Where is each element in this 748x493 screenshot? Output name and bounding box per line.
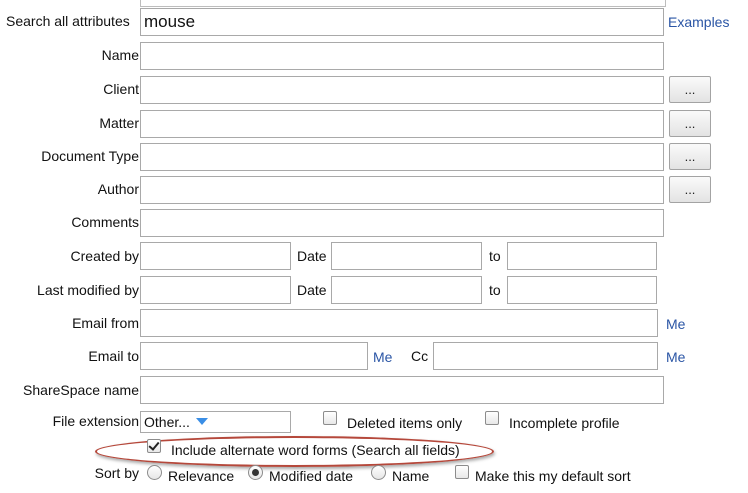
matter-input[interactable] [140, 110, 664, 138]
email-to-me-link[interactable]: Me [373, 349, 392, 365]
sort-modified-date-label: Modified date [269, 468, 354, 484]
matter-label: Matter [99, 115, 139, 131]
file-extension-selected: Other... [144, 414, 190, 430]
modified-by-label: Last modified by [37, 282, 139, 298]
incomplete-profile-checkbox[interactable] [485, 411, 499, 425]
examples-link[interactable]: Examples [668, 14, 729, 30]
alternate-word-forms-checkbox[interactable] [147, 439, 161, 453]
created-by-label: Created by [70, 248, 139, 264]
search-all-input[interactable] [140, 8, 664, 36]
sharespace-label: ShareSpace name [23, 382, 139, 398]
modified-date-from-input[interactable] [331, 276, 482, 304]
email-to-label: Email to [88, 348, 139, 364]
sort-name-label: Name [392, 468, 430, 484]
search-all-label: Search all attributes [6, 13, 130, 29]
form-panel-top-border [140, 0, 666, 7]
name-label: Name [101, 47, 139, 63]
comments-input[interactable] [140, 209, 664, 237]
document-type-label: Document Type [41, 148, 139, 164]
document-type-browse-button[interactable]: ... [669, 143, 711, 170]
author-browse-button[interactable]: ... [669, 176, 711, 203]
document-type-input[interactable] [140, 143, 664, 171]
client-label: Client [103, 81, 139, 97]
sharespace-input[interactable] [140, 376, 664, 404]
email-from-label: Email from [72, 315, 139, 331]
created-date-from-input[interactable] [331, 242, 482, 270]
cc-me-link[interactable]: Me [666, 349, 685, 365]
file-extension-label: File extension [52, 413, 139, 429]
created-date-label: Date [297, 248, 327, 264]
default-sort-checkbox[interactable] [455, 465, 469, 479]
author-label: Author [97, 181, 139, 197]
sort-relevance-label: Relevance [168, 468, 235, 484]
dropdown-arrow-icon [195, 418, 208, 425]
file-extension-select[interactable]: Other... [140, 411, 291, 433]
cc-label: Cc [411, 348, 429, 364]
created-to-label: to [489, 248, 501, 264]
sort-modified-date-radio[interactable] [248, 465, 263, 480]
client-input[interactable] [140, 76, 664, 104]
sort-relevance-radio[interactable] [147, 465, 162, 480]
incomplete-profile-label: Incomplete profile [509, 415, 620, 431]
matter-browse-button[interactable]: ... [669, 110, 711, 137]
alternate-word-forms-label: Include alternate word forms (Search all… [171, 442, 460, 458]
sort-by-label: Sort by [94, 465, 139, 481]
deleted-items-checkbox[interactable] [323, 411, 337, 425]
default-sort-label: Make this my default sort [475, 468, 631, 484]
email-from-input[interactable] [140, 309, 658, 337]
modified-by-input[interactable] [140, 276, 291, 304]
created-date-to-input[interactable] [507, 242, 657, 270]
email-from-me-link[interactable]: Me [666, 316, 685, 332]
deleted-items-label: Deleted items only [347, 415, 463, 431]
name-input[interactable] [140, 42, 664, 70]
email-to-input[interactable] [140, 342, 368, 370]
author-input[interactable] [140, 176, 664, 204]
cc-input[interactable] [433, 342, 658, 370]
modified-date-label: Date [297, 282, 327, 298]
created-by-input[interactable] [140, 242, 291, 270]
client-browse-button[interactable]: ... [669, 76, 711, 103]
sort-name-radio[interactable] [371, 465, 386, 480]
comments-label: Comments [71, 214, 139, 230]
modified-date-to-input[interactable] [507, 276, 657, 304]
modified-to-label: to [489, 282, 501, 298]
